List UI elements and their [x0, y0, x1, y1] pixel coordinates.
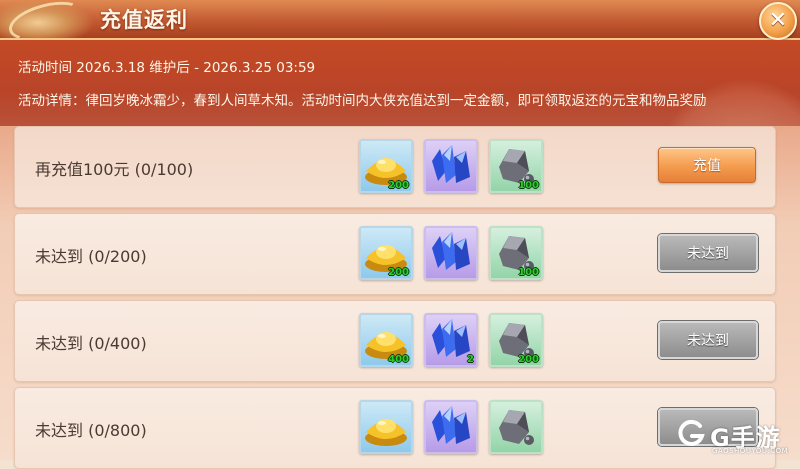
close-icon: ✕: [768, 8, 788, 33]
reward-row: 未达到 (0/800): [14, 387, 776, 469]
not-reached-button[interactable]: 未达到: [658, 234, 758, 272]
gold-ingot-icon[interactable]: 400: [359, 313, 413, 367]
reward-tier-label: 未达到 (0/800): [35, 421, 147, 440]
reward-count: 200: [518, 354, 539, 365]
reward-count: 100: [518, 180, 539, 191]
reward-count: 200: [388, 180, 409, 191]
reward-tier-label: 再充值100元 (0/100): [35, 160, 194, 179]
activity-time: 活动时间 2026.3.18 维护后 - 2026.3.25 03:59: [18, 60, 316, 76]
gold-ingot-icon[interactable]: 200: [359, 139, 413, 193]
watermark-url: GAOSHOUYOU.COM: [712, 447, 789, 455]
blue-crystal-icon[interactable]: [424, 139, 478, 193]
reward-count: 100: [518, 267, 539, 278]
blue-crystal-icon[interactable]: [424, 226, 478, 280]
reward-tier-label: 未达到 (0/200): [35, 247, 147, 266]
blue-crystal-icon[interactable]: [424, 400, 478, 454]
ore-icon[interactable]: 200: [489, 313, 543, 367]
reward-row: 再充值100元 (0/100) 200 100 充值: [14, 126, 776, 208]
reward-tier-label: 未达到 (0/400): [35, 334, 147, 353]
ore-icon[interactable]: [489, 400, 543, 454]
reward-row: 未达到 (0/400) 400 2 200 未达到: [14, 300, 776, 382]
not-reached-button[interactable]: 未达到: [658, 321, 758, 359]
reward-row: 未达到 (0/200) 200 100 未达到: [14, 213, 776, 295]
ore-icon[interactable]: 100: [489, 226, 543, 280]
close-button[interactable]: ✕: [759, 2, 797, 40]
activity-detail: 活动详情：律回岁晚冰霜少，春到人间草木知。活动时间内大侠充值达到一定金额，即可领…: [18, 93, 707, 109]
watermark-logo-icon: [678, 419, 705, 446]
window-title: 充值返利: [100, 8, 188, 32]
activity-info-panel: 活动时间 2026.3.18 维护后 - 2026.3.25 03:59 活动详…: [0, 40, 800, 250]
recharge-button[interactable]: 充值: [658, 147, 756, 183]
reward-count: 400: [388, 354, 409, 365]
window-header: 充值返利: [0, 0, 800, 40]
reward-count: 200: [388, 267, 409, 278]
gold-ingot-icon[interactable]: 200: [359, 226, 413, 280]
blue-crystal-icon[interactable]: 2: [424, 313, 478, 367]
site-watermark: G手游 GAOSHOUYOU.COM: [672, 414, 800, 460]
gold-ingot-icon[interactable]: [359, 400, 413, 454]
reward-count: 2: [467, 354, 474, 365]
ore-icon[interactable]: 100: [489, 139, 543, 193]
reward-list[interactable]: 再充值100元 (0/100) 200 100 充值 未达到 (0/200) 2…: [0, 126, 800, 469]
